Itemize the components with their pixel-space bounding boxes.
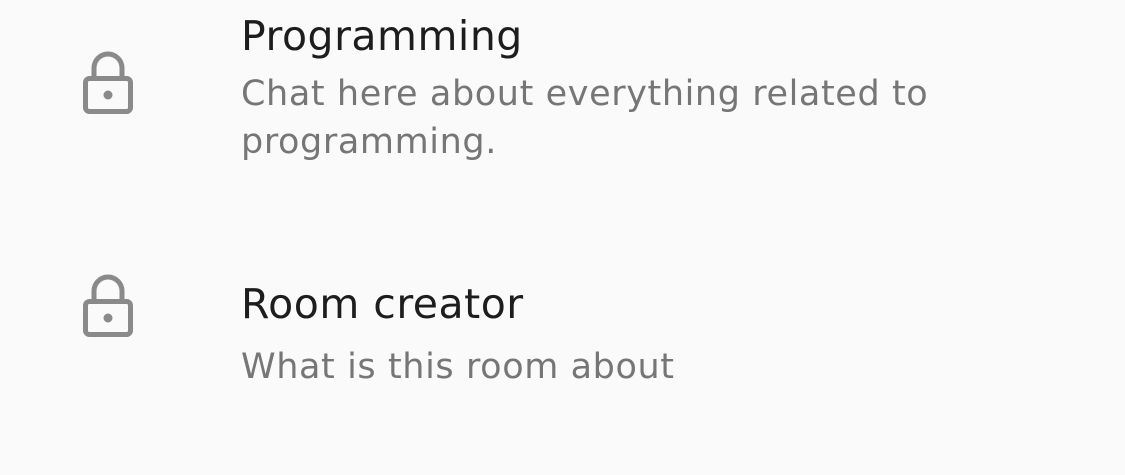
- room-title: Room creator: [241, 280, 524, 328]
- lock-icon: [80, 50, 136, 114]
- room-title: Programming: [241, 12, 523, 60]
- room-description: What is this room about: [241, 347, 675, 387]
- room-description: Chat here about everything related to pr…: [241, 74, 929, 162]
- lock-icon: [80, 273, 136, 337]
- room-list-item-room-creator[interactable]: Room creator What is this room about: [0, 230, 1125, 430]
- room-list-item-programming[interactable]: Programming Chat here about everything r…: [0, 0, 1125, 200]
- room-list: Programming Chat here about everything r…: [0, 0, 1125, 475]
